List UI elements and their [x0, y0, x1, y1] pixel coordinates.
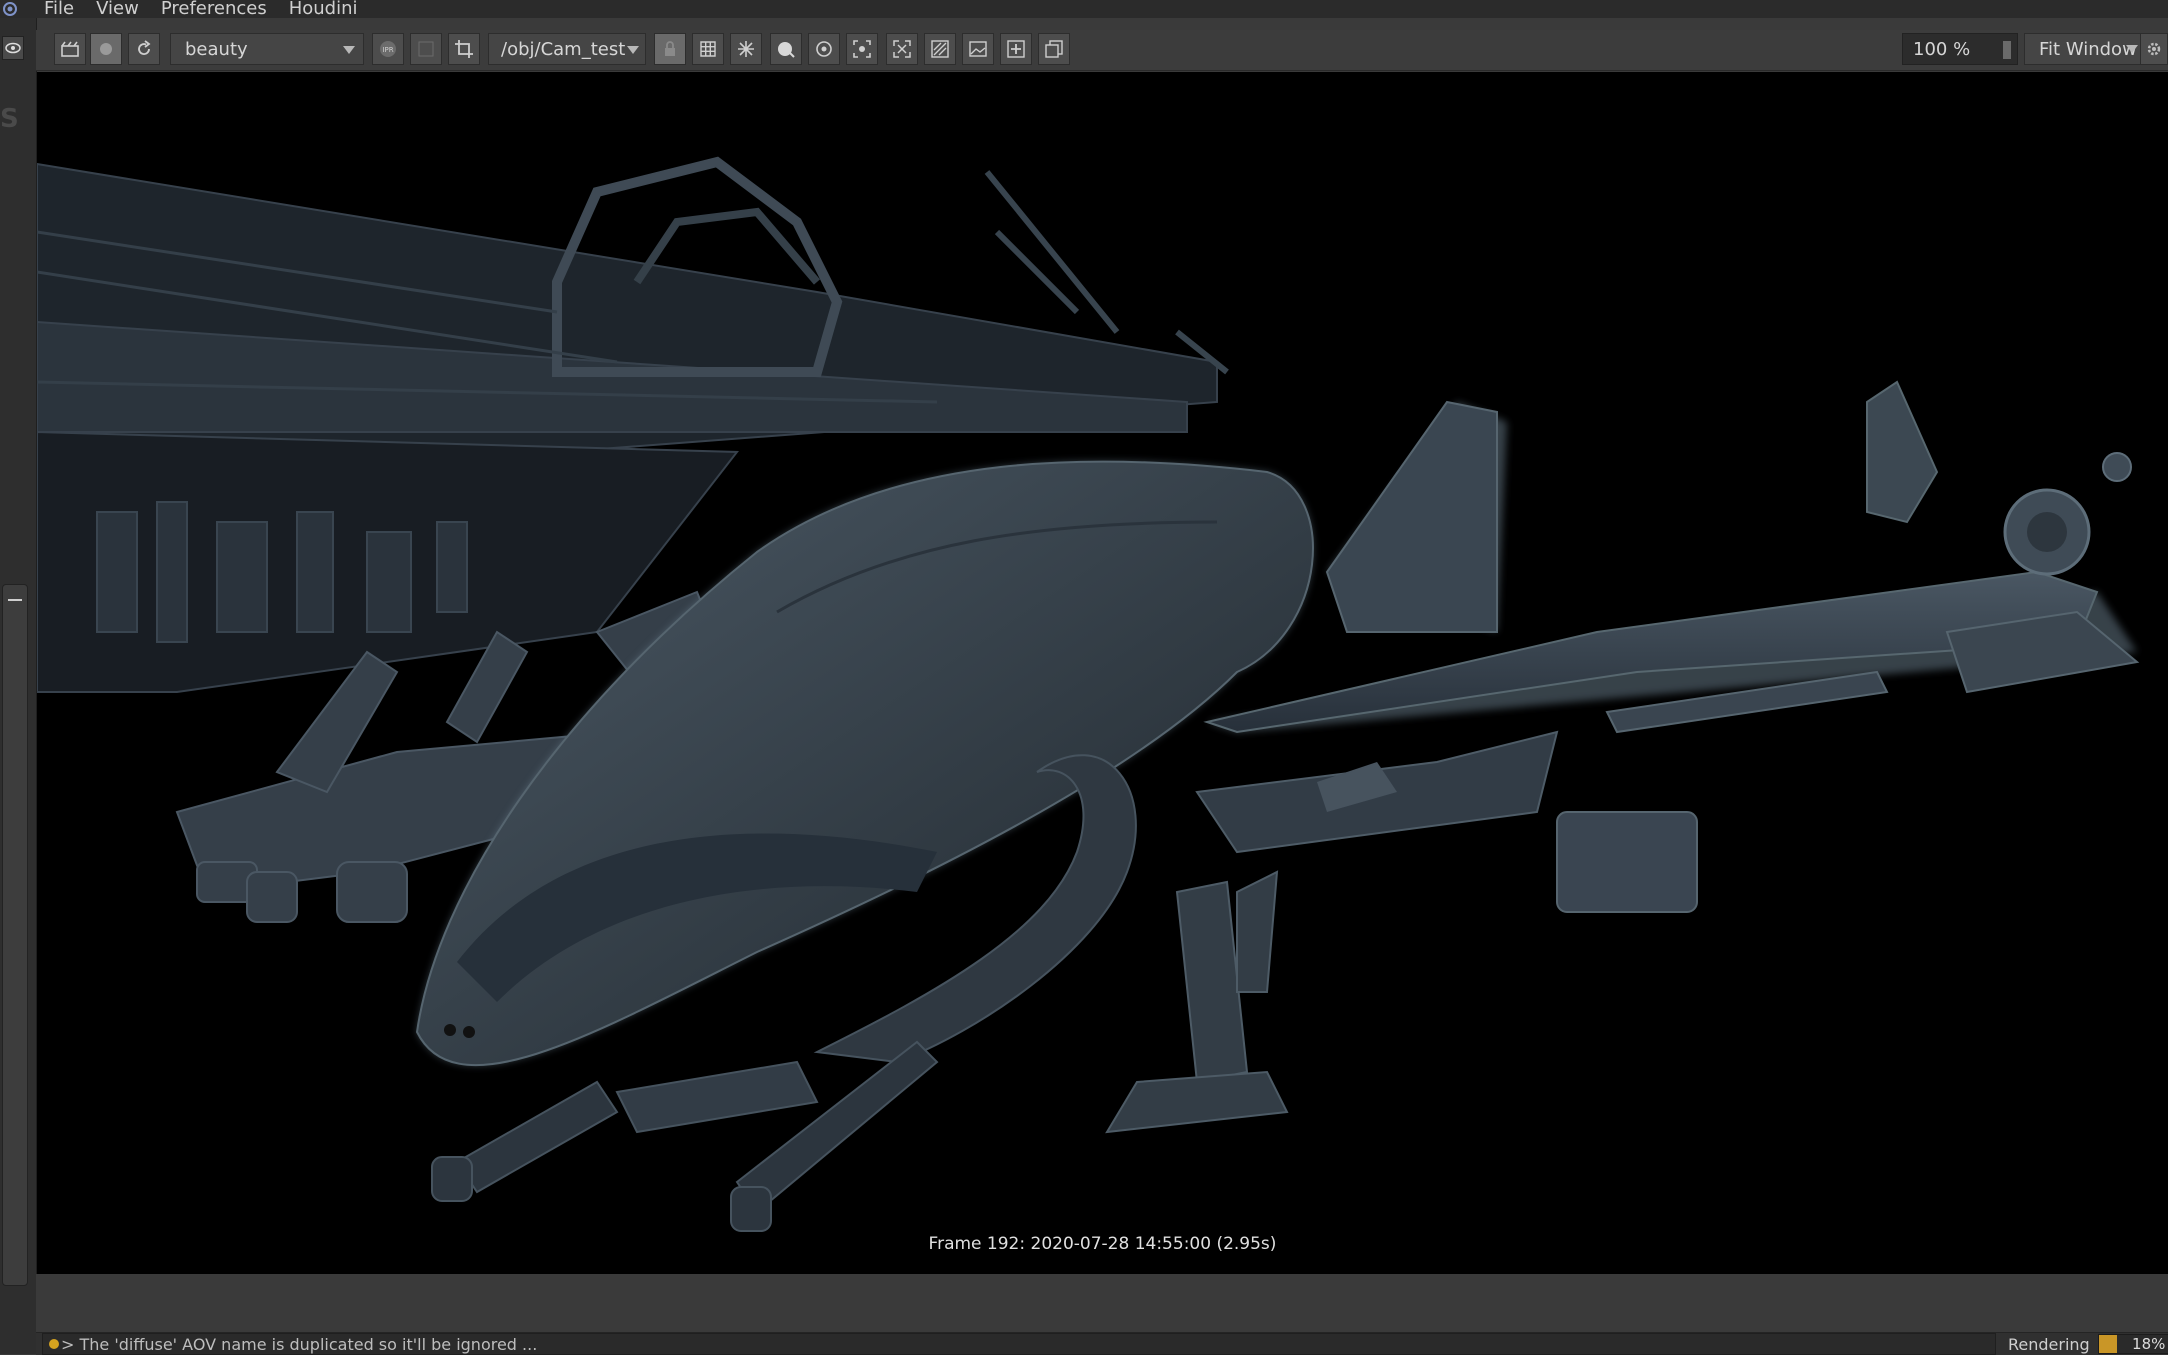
snapshot-icon[interactable]: IPR	[372, 33, 404, 65]
status-bar: > The 'diffuse' AOV name is duplicated s…	[36, 1332, 2168, 1355]
image-icon[interactable]	[962, 33, 994, 65]
zoom-stepper[interactable]	[2003, 41, 2011, 59]
menu-preferences[interactable]: Preferences	[161, 0, 267, 18]
menu-file[interactable]: File	[44, 0, 74, 18]
aov-select-value: beauty	[185, 38, 248, 60]
crop-icon[interactable]	[448, 33, 480, 65]
sphere-icon[interactable]	[770, 33, 802, 65]
expand-icon[interactable]	[886, 33, 918, 65]
menu-houdini[interactable]: Houdini	[289, 0, 358, 18]
warning-dot-icon	[49, 1339, 59, 1349]
menu-view[interactable]: View	[96, 0, 139, 18]
pane-collapse-handle[interactable]	[2, 584, 28, 1286]
left-pane-strip: S	[0, 18, 37, 1354]
viewport-footer	[36, 1274, 2168, 1332]
status-message-field[interactable]: > The 'diffuse' AOV name is duplicated s…	[42, 1333, 1996, 1355]
frame-info-label: Frame 192: 2020-07-28 14:55:00 (2.95s)	[928, 1234, 1277, 1254]
grid-dim-icon[interactable]	[410, 33, 442, 65]
zoom-value: 100 %	[1913, 38, 1971, 60]
snowflake-icon[interactable]	[730, 33, 762, 65]
render-status-label: Rendering	[2008, 1334, 2090, 1354]
render-progress-text: 18%	[2132, 1335, 2166, 1353]
slash-region-icon[interactable]	[924, 33, 956, 65]
refresh-icon[interactable]	[128, 33, 160, 65]
menu-bar: File View Preferences Houdini	[0, 0, 2168, 18]
aov-select[interactable]: beauty	[170, 33, 364, 65]
render-status: Rendering 18%	[2008, 1333, 2168, 1355]
chevron-down-icon	[627, 46, 639, 54]
camera-path-value: /obj/Cam_test	[501, 38, 626, 60]
minus-icon	[8, 599, 22, 601]
render-progress-bar: 18%	[2097, 1334, 2168, 1354]
target-icon[interactable]	[808, 33, 840, 65]
camera-select[interactable]: /obj/Cam_test	[488, 33, 646, 65]
copy-icon[interactable]	[1038, 33, 1070, 65]
render-viewport[interactable]: Frame 192: 2020-07-28 14:55:00 (2.95s)	[37, 72, 2168, 1274]
focus-frame-icon[interactable]	[846, 33, 878, 65]
grid-icon[interactable]	[692, 33, 724, 65]
houdini-logo-icon	[0, 0, 20, 18]
zoom-field[interactable]: 100 %	[1902, 33, 2018, 65]
lock-icon[interactable]	[654, 33, 686, 65]
svg-text:IPR: IPR	[382, 46, 393, 54]
eye-icon[interactable]	[2, 36, 24, 60]
chevron-down-icon	[2126, 45, 2138, 53]
add-image-icon[interactable]	[1000, 33, 1032, 65]
render-circle-icon[interactable]	[90, 33, 122, 65]
clapper-icon[interactable]	[54, 33, 86, 65]
rendered-spaceship-image	[37, 156, 2140, 1232]
status-message-text: > The 'diffuse' AOV name is duplicated s…	[61, 1334, 538, 1354]
pane-glyph-icon: S	[0, 104, 19, 134]
render-view-toolbar: beauty IPR /obj/Cam_test 100 % Fit Windo…	[36, 30, 2168, 71]
gear-icon[interactable]	[2140, 33, 2168, 65]
chevron-down-icon	[343, 46, 355, 54]
